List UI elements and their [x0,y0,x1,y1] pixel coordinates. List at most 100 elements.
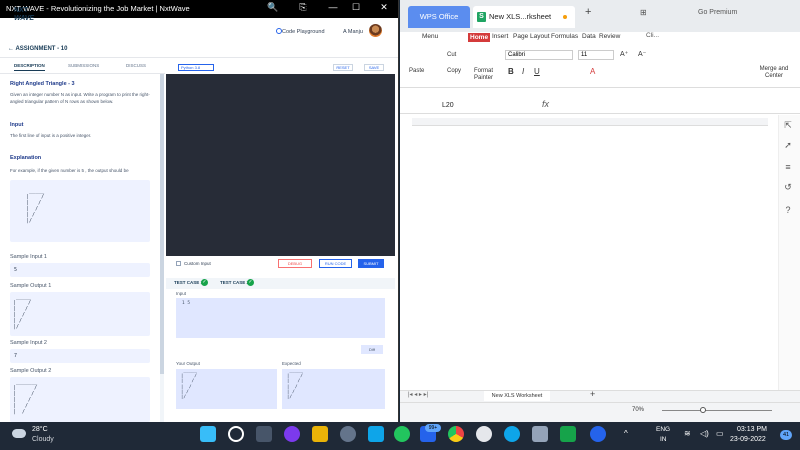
tab-data[interactable]: Data [582,33,596,40]
teams-chat-icon[interactable] [284,426,300,442]
zoom-level[interactable]: 70% [632,407,644,413]
tab-xls-file[interactable]: S New XLS...rksheet [473,6,575,28]
wps-taskbar-icon[interactable] [590,426,606,442]
assignment-title[interactable]: ← ASSIGNMENT - 10 [8,46,67,52]
tab-page-layout[interactable]: Page Layout [513,33,550,40]
zoom-slider[interactable] [662,410,772,411]
battery-icon[interactable]: ▭ [716,429,724,438]
search-icon[interactable]: 🔍 [265,2,281,13]
windows-start-icon[interactable] [200,426,216,442]
paste-button[interactable]: Paste [409,68,424,74]
tab-formulas[interactable]: Formulas [551,33,578,40]
merge-center-button[interactable]: Merge and Center [752,66,796,80]
file-explorer-icon[interactable] [312,426,328,442]
submit-button[interactable]: SUBMIT [358,259,384,268]
window-layout-icon[interactable]: ⊞ [640,8,647,17]
italic-button[interactable]: I [522,67,524,76]
code-editor[interactable] [166,74,395,256]
tab-discuss[interactable]: DISCUSS [126,63,146,68]
wifi-icon[interactable]: ≋ [684,429,691,438]
weather-description[interactable]: Cloudy [32,436,54,443]
cut-button[interactable]: Cut [447,52,456,58]
description-scrollbar[interactable] [160,74,164,422]
sheet-tab[interactable]: New XLS Worksheet [484,391,550,401]
tab-submissions[interactable]: SUBMISSIONS [68,63,99,68]
weather-temperature[interactable]: 28°C [32,426,48,433]
go-premium-link[interactable]: Go Premium [698,9,737,16]
tab-wps-office[interactable]: WPS Office [408,6,470,28]
nxtwave-logo[interactable]: NXT WAVE [14,7,34,23]
cloud-icon[interactable] [12,429,26,438]
tab-test-case-2[interactable]: TEST CASE 2 [220,280,249,285]
cast-icon[interactable]: ⎘ [295,2,311,13]
sliders-icon[interactable]: ≡ [782,162,794,174]
help-icon[interactable]: ? [782,205,794,217]
language-region[interactable]: IN [660,436,667,443]
bold-button[interactable]: B [508,67,514,76]
fx-icon[interactable]: fx [542,99,549,109]
right-side-panel [778,115,800,415]
language-indicator[interactable]: ENG [656,426,670,433]
font-color-button[interactable]: A [590,67,595,76]
clock-date[interactable]: 23-09-2022 [730,436,766,443]
add-sheet-button[interactable]: + [590,389,595,399]
settings-gear-icon[interactable] [340,426,356,442]
diff-button[interactable]: Diff [361,345,383,354]
maximize-button[interactable]: ☐ [348,2,364,13]
font-size-decrease-button[interactable]: A⁻ [638,50,646,58]
tab-insert[interactable]: Insert [492,33,508,40]
store-icon[interactable] [368,426,384,442]
underline-button[interactable]: U [534,67,540,76]
volume-icon[interactable]: ◁) [700,429,709,438]
copy-button[interactable]: Copy [447,68,461,74]
tab-test-case-1[interactable]: TEST CASE 1 [174,280,203,285]
nxtwave-browser-window: NXT WAVE - Revolutionizing the Job Marke… [0,0,399,422]
scrollbar-thumb[interactable] [160,74,164,374]
history-icon[interactable]: ↺ [782,182,794,194]
avatar[interactable] [369,24,382,37]
user-name[interactable]: A Manju [343,29,363,35]
tab-description[interactable]: DESCRIPTION [14,63,45,71]
expected-label: Expected [282,361,301,366]
language-select[interactable]: Python 3.8 [178,64,214,71]
notification-count[interactable]: 41 [780,430,792,440]
tab-menu[interactable]: Menu [422,33,438,40]
xbox-icon[interactable] [560,426,576,442]
clock-time[interactable]: 03:13 PM [737,426,767,433]
cursor-icon[interactable]: ➚ [782,140,794,152]
tab-review[interactable]: Review [599,33,620,40]
edge-icon[interactable] [504,426,520,442]
custom-input-checkbox[interactable] [176,261,181,266]
minimize-button[interactable]: — [325,2,341,12]
font-family-select[interactable]: Calibri [505,50,573,60]
reset-button[interactable]: RESET [333,64,353,71]
close-button[interactable]: ✕ [376,2,392,13]
problem-tabs: DESCRIPTION SUBMISSIONS DISCUSS [0,60,165,74]
whatsapp-icon[interactable] [394,426,410,442]
sheet-nav-icons[interactable]: |◂ ◂ ▸ ▸| [408,391,428,398]
nxtwave-app-icon[interactable] [476,426,492,442]
tab-home[interactable]: Home [468,33,491,42]
search-icon[interactable] [228,426,244,442]
app-icon-2[interactable] [532,426,548,442]
select-icon[interactable]: ⇱ [782,120,794,132]
spreadsheet-grid[interactable] [400,115,800,390]
notification-badge: 99+ [425,424,441,432]
run-code-button[interactable]: RUN CODE [319,259,352,268]
search-field[interactable]: Cli... [646,32,659,39]
chrome-icon[interactable] [448,426,464,442]
expected-output-box: _____ | / | / | / | / |/ [282,369,385,409]
debug-button[interactable]: DEBUG [278,259,312,268]
code-playground-link[interactable]: Code Playground [282,29,325,35]
zoom-slider-thumb[interactable] [700,407,706,413]
chevron-up-icon[interactable]: ^ [624,429,628,438]
custom-input-label: Custom Input [184,261,211,266]
format-painter-button[interactable]: Format Painter [474,68,496,82]
save-button[interactable]: SAVE [364,64,384,71]
font-size-select[interactable]: 11 [578,50,614,60]
font-size-increase-button[interactable]: A⁺ [620,50,628,58]
name-box[interactable]: L20 [430,100,510,112]
new-tab-button[interactable]: + [585,6,591,18]
task-view-icon[interactable] [256,426,272,442]
browser-titlebar: NXT WAVE - Revolutionizing the Job Marke… [0,0,398,18]
